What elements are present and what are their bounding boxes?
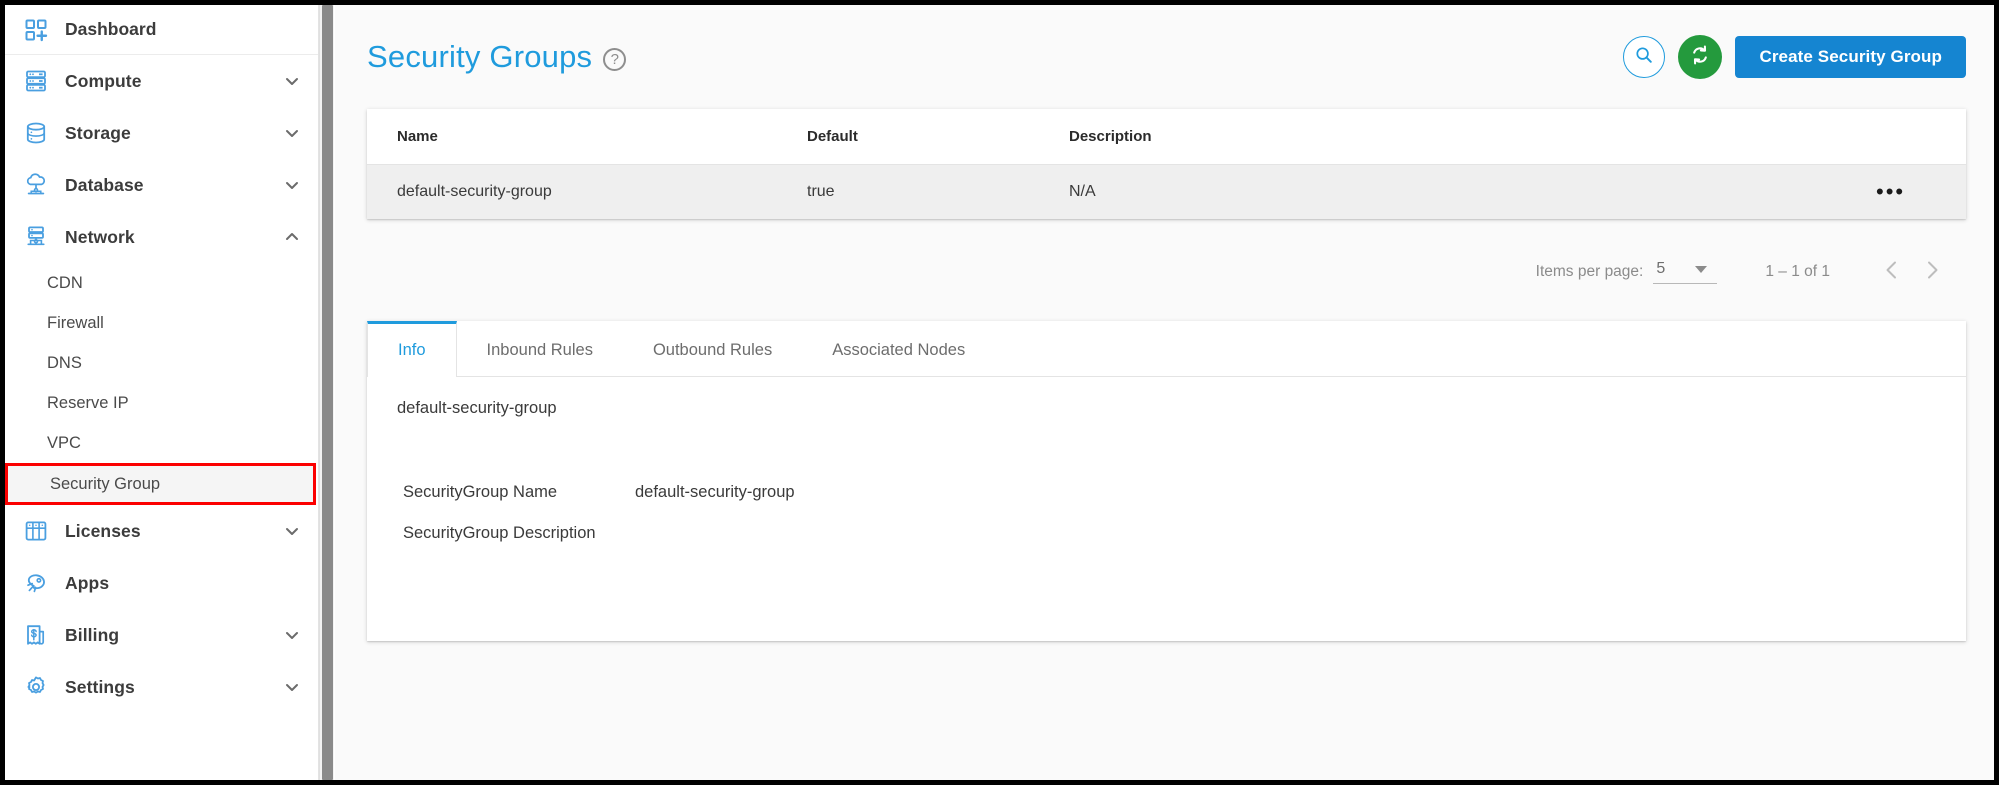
sidebar-group-database[interactable]: Database (5, 159, 318, 211)
page-header: Security Groups ? Create Security Group (335, 5, 1994, 109)
pagination-range-label: 1 – 1 of 1 (1765, 263, 1830, 280)
sidebar-group-settings[interactable]: Settings (5, 661, 318, 713)
more-options-icon[interactable]: ••• (1876, 179, 1905, 204)
table-row[interactable]: default-security-group true N/A ••• (367, 165, 1966, 219)
info-field-name: SecurityGroup Name default-security-grou… (397, 472, 1936, 513)
create-security-group-button[interactable]: Create Security Group (1735, 36, 1966, 78)
sidebar-item-vpc[interactable]: VPC (5, 423, 318, 463)
sidebar-item-security-group[interactable]: Security Group (5, 463, 316, 505)
info-field-value: default-security-group (635, 483, 795, 501)
info-field-description: SecurityGroup Description (397, 513, 1936, 554)
info-field-key: SecurityGroup Description (403, 524, 596, 542)
sidebar-group-label: Apps (65, 572, 110, 593)
chevron-down-icon (1695, 265, 1708, 273)
page-title-group: Security Groups ? (367, 39, 627, 75)
sidebar-subitem-label: CDN (47, 273, 83, 292)
sidebar-subitem-label: Firewall (47, 313, 104, 332)
tab-inbound-rules[interactable]: Inbound Rules (457, 321, 623, 376)
security-groups-table: Name Default Description default-securit… (367, 109, 1966, 219)
sidebar-group-label: Database (65, 174, 144, 195)
page-title: Security Groups (367, 39, 593, 74)
sidebar-group-label: Network (65, 226, 135, 247)
paginator: Items per page: 5 1 – 1 of 1 (367, 241, 1952, 303)
rocket-icon (23, 570, 49, 596)
sidebar-group-licenses[interactable]: Licenses (5, 505, 318, 557)
refresh-button[interactable] (1678, 35, 1723, 79)
help-question-icon[interactable]: ? (603, 47, 627, 71)
sidebar-item-reserve-ip[interactable]: Reserve IP (5, 383, 318, 423)
search-icon (1634, 45, 1654, 70)
previous-page-button[interactable] (1872, 252, 1912, 292)
info-heading: default-security-group (397, 399, 557, 417)
info-field-key: SecurityGroup Name (403, 483, 558, 501)
chevron-down-icon[interactable] (284, 627, 300, 643)
sidebar-item-dns[interactable]: DNS (5, 343, 318, 383)
column-header-name: Name (397, 128, 438, 145)
gear-icon (23, 674, 49, 700)
sidebar-group-billing[interactable]: Billing (5, 609, 318, 661)
chevron-down-icon[interactable] (284, 73, 300, 89)
tab-label: Inbound Rules (486, 340, 593, 359)
sidebar-group-apps[interactable]: Apps (5, 557, 318, 609)
tab-outbound-rules[interactable]: Outbound Rules (623, 321, 802, 376)
cloud-database-icon (23, 172, 49, 198)
sidebar-subitem-label: DNS (47, 353, 82, 372)
dashboard-add-icon (23, 17, 49, 43)
chevron-down-icon[interactable] (284, 125, 300, 141)
chevron-down-icon[interactable] (284, 679, 300, 695)
refresh-icon (1687, 42, 1713, 73)
tab-label: Info (398, 341, 426, 359)
sidebar-group-label: Billing (65, 624, 120, 645)
sidebar-group-label: Compute (65, 70, 142, 91)
tab-associated-nodes[interactable]: Associated Nodes (802, 321, 995, 376)
tab-label: Associated Nodes (832, 340, 966, 359)
sidebar-subitem-label: VPC (47, 433, 81, 452)
chevron-down-icon[interactable] (284, 177, 300, 193)
sidebar-subitem-label: Reserve IP (47, 393, 129, 412)
tab-bar: Info Inbound Rules Outbound Rules Associ… (367, 321, 1966, 377)
chevron-right-icon (1921, 259, 1943, 286)
server-rack-icon (23, 68, 49, 94)
sidebar-group-label: Licenses (65, 520, 141, 541)
sidebar-item-label: Dashboard (65, 19, 157, 39)
items-per-page-value: 5 (1656, 260, 1666, 277)
sidebar-scrollbar-track[interactable] (319, 5, 334, 780)
sidebar-group-network[interactable]: Network (5, 211, 318, 263)
cell-description: N/A (1069, 183, 1096, 200)
items-per-page-select[interactable]: 5 (1653, 260, 1718, 284)
main-content: Security Groups ? Create Security Group … (335, 5, 1994, 780)
chevron-left-icon (1881, 259, 1903, 286)
database-disk-icon (23, 120, 49, 146)
sidebar-group-label: Storage (65, 122, 131, 143)
cell-name: default-security-group (397, 183, 552, 200)
sidebar-subitem-label: Security Group (50, 474, 161, 493)
sidebar-item-firewall[interactable]: Firewall (5, 303, 318, 343)
chevron-up-icon[interactable] (284, 229, 300, 245)
chevron-down-icon[interactable] (284, 523, 300, 539)
sidebar-item-cdn[interactable]: CDN (5, 263, 318, 303)
invoice-dollar-icon (23, 622, 49, 648)
row-actions[interactable]: ••• (1876, 179, 1936, 204)
cell-default: true (807, 183, 835, 200)
sidebar-group-label: Settings (65, 676, 135, 697)
tab-info[interactable]: Info (367, 321, 457, 377)
sidebar-navigation: Dashboard Compute Storage Database Netwo… (5, 5, 319, 780)
items-per-page-label: Items per page: (1535, 263, 1644, 280)
network-node-icon (23, 224, 49, 250)
column-header-default: Default (807, 128, 858, 145)
next-page-button[interactable] (1912, 252, 1952, 292)
details-card: Info Inbound Rules Outbound Rules Associ… (367, 321, 1966, 641)
sidebar-group-storage[interactable]: Storage (5, 107, 318, 159)
app-window: Dashboard Compute Storage Database Netwo… (0, 0, 1999, 785)
sidebar-scrollbar-thumb[interactable] (322, 5, 333, 780)
search-button[interactable] (1623, 36, 1666, 78)
sidebar-group-compute[interactable]: Compute (5, 55, 318, 107)
license-grid-icon (23, 518, 49, 544)
table-header-row: Name Default Description (367, 109, 1966, 165)
sidebar-item-dashboard[interactable]: Dashboard (5, 5, 318, 55)
info-panel: default-security-group SecurityGroup Nam… (367, 377, 1966, 554)
tab-label: Outbound Rules (652, 340, 773, 359)
column-header-description: Description (1069, 128, 1152, 145)
header-actions: Create Security Group (1623, 35, 1966, 79)
